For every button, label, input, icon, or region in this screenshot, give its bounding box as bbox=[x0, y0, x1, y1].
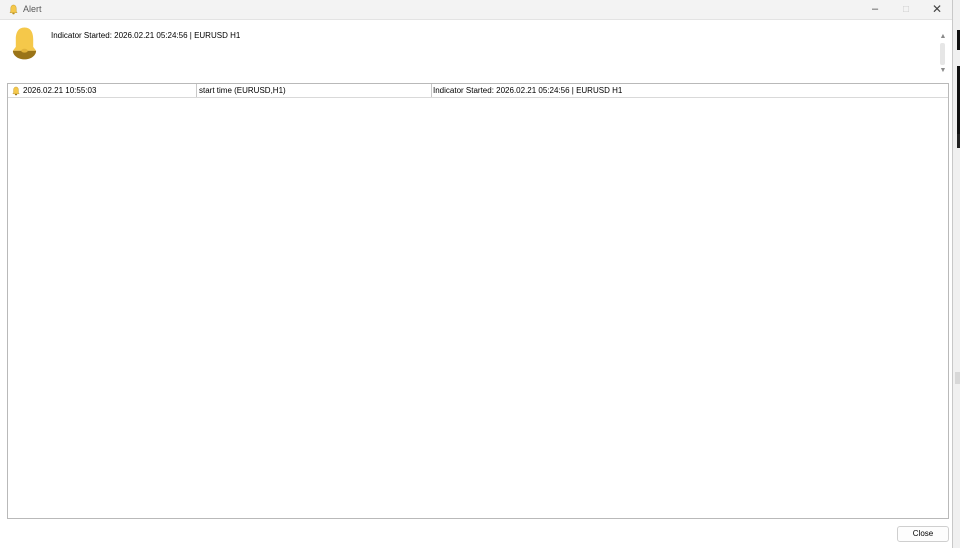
title-bar[interactable]: Alert – □ ✕ bbox=[0, 0, 952, 20]
scroll-thumb[interactable] bbox=[940, 43, 945, 65]
bell-icon bbox=[12, 27, 37, 60]
close-window-button[interactable]: ✕ bbox=[922, 0, 952, 20]
alert-row[interactable]: 2026.02.21 10:55:03 start time (EURUSD,H… bbox=[8, 84, 948, 98]
alert-header bbox=[0, 20, 952, 82]
close-button[interactable]: Close bbox=[897, 526, 949, 542]
dialog-footer bbox=[0, 519, 952, 548]
alert-source: start time (EURUSD,H1) bbox=[197, 84, 432, 97]
alert-list[interactable]: 2026.02.21 10:55:03 start time (EURUSD,H… bbox=[7, 83, 949, 519]
alert-time: 2026.02.21 10:55:03 bbox=[8, 84, 197, 97]
message-scrollbar[interactable]: ▲ ▼ bbox=[938, 31, 948, 77]
window-title: Alert bbox=[23, 4, 42, 14]
alert-text: Indicator Started: 2026.02.21 05:24:56 |… bbox=[433, 86, 623, 95]
alert-message: Indicator Started: 2026.02.21 05:24:56 |… bbox=[51, 31, 241, 40]
bell-icon bbox=[9, 4, 18, 15]
scroll-down-arrow-icon[interactable]: ▼ bbox=[939, 67, 947, 75]
alert-window: Alert – □ ✕ Indicator Started: 2026.02.2… bbox=[0, 0, 952, 548]
scroll-up-arrow-icon[interactable]: ▲ bbox=[939, 33, 947, 41]
maximize-button[interactable]: □ bbox=[891, 0, 921, 20]
minimize-button[interactable]: – bbox=[860, 0, 890, 20]
background-chart-edge bbox=[952, 0, 960, 548]
